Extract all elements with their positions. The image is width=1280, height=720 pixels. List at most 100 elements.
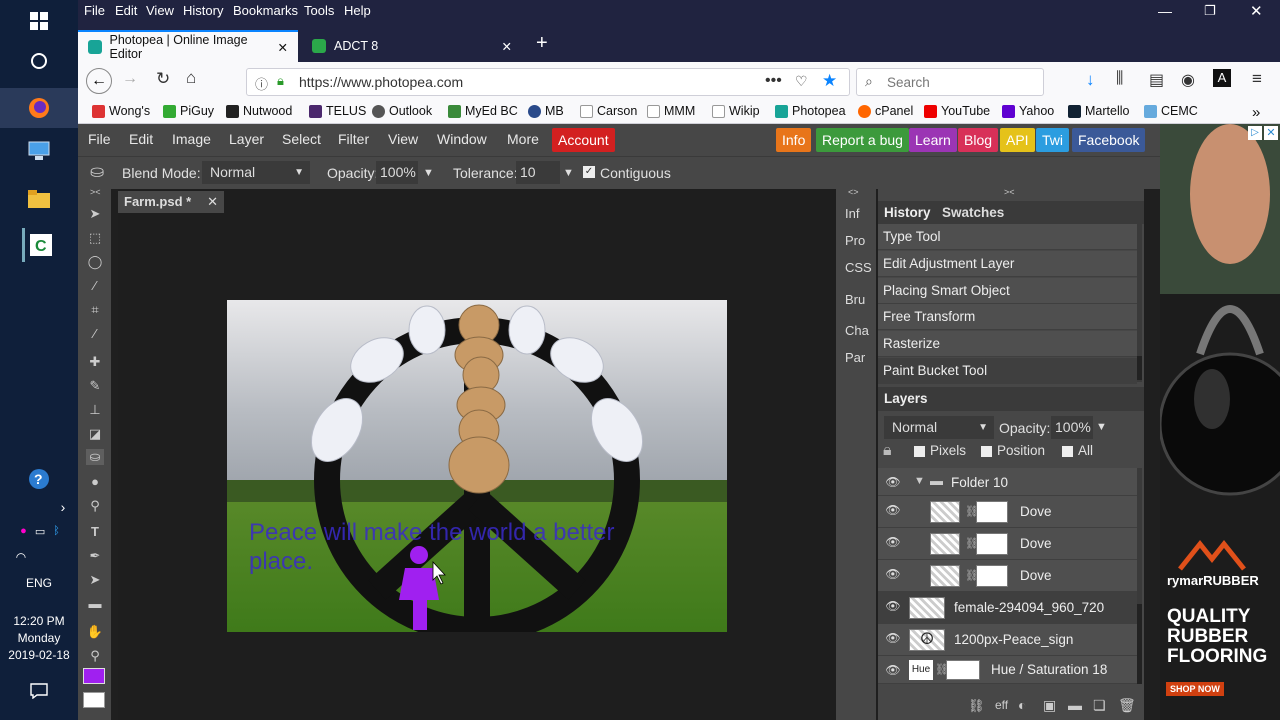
eye-icon[interactable]: 👁︎ [884, 475, 902, 489]
eye-icon[interactable]: 👁︎ [884, 567, 902, 581]
library-icon[interactable]: ⫼ [1116, 70, 1123, 88]
layers-title[interactable]: Layers [884, 391, 928, 406]
path-select-tool-icon[interactable]: ➤ [86, 572, 104, 588]
lock-pixels-checkbox[interactable] [914, 446, 925, 457]
file-explorer-icon[interactable] [22, 182, 56, 216]
bookmark-martello[interactable]: Martello [1068, 104, 1129, 118]
layer-row-female[interactable]: female-294094_960_720 [878, 592, 1137, 624]
forward-button[interactable]: → [122, 70, 138, 88]
eye-icon[interactable]: 👁︎ [884, 631, 902, 645]
tab-close-icon[interactable]: ✕ [502, 39, 512, 54]
history-scroll-thumb[interactable] [1137, 356, 1142, 380]
pp-menu-more[interactable]: More [507, 131, 539, 147]
bookmark-yahoo[interactable]: Yahoo [1002, 104, 1054, 118]
shape-tool-icon[interactable]: ▬ [86, 596, 104, 612]
eyedropper-tool-icon[interactable]: ⁄ [86, 326, 104, 342]
mini-panel-properties[interactable]: Pro [845, 233, 865, 248]
language-indicator[interactable]: ENG [0, 576, 78, 590]
healing-brush-tool-icon[interactable]: ✚ [86, 354, 104, 370]
opacity-dropdown-icon[interactable]: ▼ [423, 167, 434, 179]
trash-icon[interactable]: 🗑︎ [1118, 697, 1136, 714]
bookmark-mb[interactable]: MB [528, 104, 564, 118]
lock-all-checkbox[interactable] [1062, 446, 1073, 457]
pp-menu-filter[interactable]: Filter [338, 131, 369, 147]
back-button[interactable]: ← [86, 68, 112, 94]
new-tab-icon[interactable]: + [536, 32, 548, 55]
background-color-swatch[interactable] [83, 692, 105, 708]
close-window-icon[interactable]: ✕ [1250, 2, 1263, 20]
layer-row-folder[interactable]: ▼ ▬ Folder 10 [878, 468, 1137, 496]
ad-shop-now-button[interactable]: SHOP NOW [1166, 682, 1224, 696]
document-close-icon[interactable]: ✕ [207, 191, 218, 213]
adjustment-layer-icon[interactable]: ◐ [1018, 697, 1026, 713]
move-tool-icon[interactable]: ➤ [86, 206, 104, 222]
info-button[interactable]: Info [776, 128, 812, 152]
bookmark-youtube[interactable]: YouTube [924, 104, 990, 118]
eye-icon[interactable]: 👁︎ [884, 663, 902, 677]
tab-adct[interactable]: ADCT 8 ✕ [302, 30, 522, 62]
collapse-arrows-icon[interactable]: >< [1004, 187, 1015, 197]
battery-tray-icon[interactable]: ▭ [35, 525, 45, 538]
layer-row-dove[interactable]: ⛓ Dove [878, 528, 1137, 560]
layer-row-hue-saturation[interactable]: Hue ⛓ Hue / Saturation 18 [878, 656, 1137, 684]
mini-panel-brush[interactable]: Bru [845, 292, 865, 307]
blend-mode-select[interactable]: Normal ▼ [202, 161, 310, 184]
layers-scrollbar[interactable] [1137, 468, 1142, 684]
history-item-current[interactable]: Paint Bucket Tool [878, 358, 1137, 384]
dodge-tool-icon[interactable]: ⚲ [86, 498, 104, 514]
eraser-tool-icon[interactable]: ◪ [86, 426, 104, 442]
brush-tool-icon[interactable]: ✎ [86, 378, 104, 394]
tab-close-icon[interactable]: ✕ [278, 40, 288, 55]
bookmark-myed[interactable]: MyEd BC [448, 104, 518, 118]
menu-view[interactable]: View [146, 3, 174, 18]
layer-mask-thumbnail[interactable] [976, 501, 1008, 523]
api-button[interactable]: API [1000, 128, 1035, 152]
mini-panel-info[interactable]: Inf [845, 206, 859, 221]
tab-photopea[interactable]: Photopea | Online Image Editor ✕ [78, 30, 298, 62]
layer-row-dove[interactable]: ⛓ Dove [878, 560, 1137, 592]
folder-expand-icon[interactable]: ▼ [914, 475, 925, 487]
mini-panel-css[interactable]: CSS [845, 260, 872, 275]
minimize-icon[interactable]: — [1158, 3, 1172, 19]
opacity-input[interactable]: 100% [376, 161, 418, 184]
menu-bookmarks[interactable]: Bookmarks [233, 3, 298, 18]
menu-history[interactable]: History [183, 3, 223, 18]
layer-mask-thumbnail[interactable] [976, 565, 1008, 587]
home-button[interactable]: ⌂ [186, 68, 196, 88]
bookmark-outlook[interactable]: Outlook [372, 104, 432, 118]
pp-menu-layer[interactable]: Layer [229, 131, 264, 147]
bookmark-cemc[interactable]: CEMC [1144, 104, 1198, 118]
camtasia-icon[interactable]: C [22, 228, 56, 262]
layer-blend-select[interactable]: Normal ▼ [884, 416, 994, 439]
url-text[interactable]: https://www.photopea.com [299, 74, 463, 90]
blog-button[interactable]: Blog [958, 128, 999, 152]
layer-opacity-input[interactable]: 100% [1051, 416, 1093, 439]
collapse-arrows-icon[interactable]: >< [90, 187, 101, 197]
new-folder-icon[interactable]: ▬ [1068, 697, 1082, 713]
page-actions-icon[interactable]: ••• [765, 72, 782, 90]
clone-stamp-tool-icon[interactable]: ⊥ [86, 402, 104, 418]
contiguous-checkbox[interactable]: ✓ [583, 166, 595, 178]
windows-start-icon[interactable] [22, 4, 56, 38]
eye-icon[interactable]: 👁︎ [884, 599, 902, 613]
new-layer-icon[interactable]: ❏ [1093, 697, 1106, 714]
bookmark-mmm[interactable]: MMM [647, 104, 695, 118]
report-bug-button[interactable]: Report a bug [816, 128, 909, 152]
layer-row-dove[interactable]: ⛓ Dove [878, 496, 1137, 528]
pp-menu-file[interactable]: File [88, 131, 111, 147]
pen-tray-icon[interactable]: ● [20, 525, 27, 537]
collapse-arrows-icon[interactable]: <> [848, 187, 859, 197]
wifi-icon[interactable]: ◠ [4, 540, 38, 574]
hamburger-menu-icon[interactable]: ≡ [1252, 69, 1262, 89]
hand-tool-icon[interactable]: ✋ [86, 624, 104, 640]
link-layers-icon[interactable]: ⛓ [968, 698, 985, 714]
ad-close-icon[interactable]: ✕ [1264, 126, 1278, 140]
computer-icon[interactable] [22, 134, 56, 168]
bookmark-nutwood[interactable]: Nutwood [226, 104, 292, 118]
zoom-tool-icon[interactable]: ⚲ [86, 648, 104, 664]
bookmark-star-icon[interactable]: ★ [822, 71, 837, 91]
crop-tool-icon[interactable]: ⌗ [86, 302, 104, 318]
extension-icon[interactable]: ◉ [1181, 70, 1195, 90]
advertisement[interactable]: rymarRUBBER QUALITY RUBBER FLOORING SHOP… [1160, 124, 1280, 720]
bookmark-photopea[interactable]: Photopea [775, 104, 846, 118]
